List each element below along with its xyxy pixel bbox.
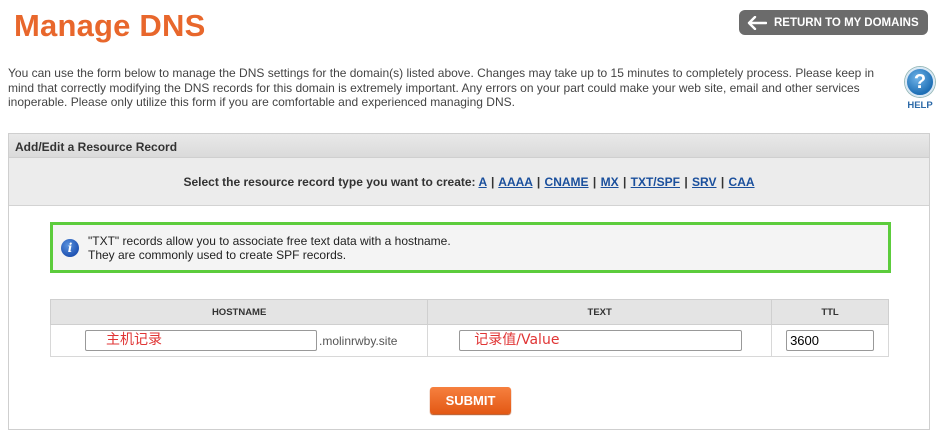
separator: | bbox=[684, 175, 688, 189]
record-type-link-aaaa[interactable]: AAAA bbox=[498, 175, 532, 189]
intro-text: You can use the form below to manage the… bbox=[8, 66, 875, 109]
help-label: HELP bbox=[907, 100, 933, 111]
hostname-cell: 主机记录 .molinrwby.site bbox=[49, 324, 429, 357]
txt-info-box: i "TXT" records allow you to associate f… bbox=[50, 222, 891, 273]
ttl-cell: 3600 bbox=[771, 324, 889, 357]
hostname-header: HOSTNAME bbox=[49, 299, 429, 325]
question-mark-icon: ? bbox=[905, 67, 935, 97]
record-type-link-cname[interactable]: CNAME bbox=[545, 175, 589, 189]
separator: | bbox=[622, 175, 627, 189]
info-line-2: They are commonly used to create SPF rec… bbox=[88, 247, 347, 262]
panel-heading: Add/Edit a Resource Record bbox=[9, 134, 929, 158]
separator: | bbox=[720, 175, 725, 189]
record-type-link-a[interactable]: A bbox=[478, 175, 486, 189]
domain-suffix: .molinrwby.site bbox=[319, 333, 398, 348]
info-line-1: "TXT" records allow you to associate fre… bbox=[88, 234, 451, 248]
separator: | bbox=[592, 175, 597, 189]
table-row: 主机记录 .molinrwby.site 记录值/Value 3600 bbox=[49, 324, 889, 357]
text-cell: 记录值/Value bbox=[427, 324, 773, 357]
record-table: HOSTNAME TEXT TTL 主机记录 .molinrwby.site 记录… bbox=[49, 299, 889, 357]
hostname-input[interactable]: 主机记录 bbox=[85, 330, 317, 351]
ttl-input[interactable]: 3600 bbox=[786, 330, 875, 351]
info-icon: i bbox=[61, 239, 79, 257]
separator: | bbox=[491, 175, 495, 189]
record-type-link-mx[interactable]: MX bbox=[601, 175, 619, 189]
record-type-link-caa[interactable]: CAA bbox=[729, 175, 755, 189]
record-type-link-txt-spf[interactable]: TXT/SPF bbox=[631, 175, 680, 189]
record-type-prompt: Select the resource record type you want… bbox=[183, 175, 476, 189]
text-value-input[interactable]: 记录值/Value bbox=[459, 330, 743, 351]
ttl-header: TTL bbox=[771, 299, 889, 325]
return-to-my-domains-button[interactable]: RETURN TO MY DOMAINS bbox=[739, 10, 928, 35]
submit-button[interactable]: SUBMIT bbox=[430, 387, 511, 414]
text-header: TEXT bbox=[427, 299, 773, 325]
return-button-label: RETURN TO MY DOMAINS bbox=[774, 16, 919, 29]
arrow-left-icon bbox=[747, 15, 767, 30]
help-button[interactable]: ? HELP bbox=[903, 67, 937, 111]
record-type-selector: Select the resource record type you want… bbox=[9, 158, 929, 206]
record-type-link-srv[interactable]: SRV bbox=[692, 175, 716, 189]
page-title: Manage DNS bbox=[14, 8, 206, 43]
resource-record-panel: Add/Edit a Resource Record Select the re… bbox=[8, 133, 930, 430]
separator: | bbox=[536, 175, 541, 189]
